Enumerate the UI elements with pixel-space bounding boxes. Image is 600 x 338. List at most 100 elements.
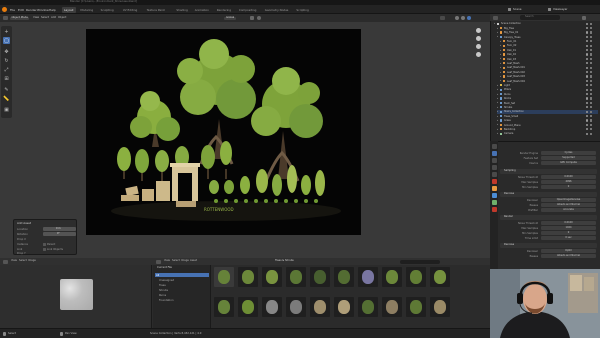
visibility-eye-icon[interactable] — [586, 70, 589, 74]
property-field[interactable]: 0.0100 — [541, 221, 596, 225]
outliner-row[interactable]: ▸ Oak_03 — [500, 57, 598, 61]
outliner-row[interactable]: ▸ Camera — [497, 132, 598, 136]
visibility-eye-icon[interactable] — [586, 97, 589, 100]
asset-menu-image[interactable]: Image — [181, 259, 189, 263]
workspace-tab[interactable]: Sculpting — [99, 7, 116, 13]
visibility-eye-icon[interactable] — [586, 114, 589, 118]
outliner-row[interactable]: ▸ Big_Tree_01 — [497, 31, 598, 35]
vp-menu-select[interactable]: Select — [41, 16, 49, 20]
expand-arrow-icon[interactable]: ▸ — [500, 49, 501, 52]
asset-thumbnail[interactable]: Bush_A — [310, 267, 330, 287]
render-camera-icon[interactable] — [590, 106, 593, 109]
render-camera-icon[interactable] — [590, 110, 593, 113]
visibility-eye-icon[interactable] — [586, 66, 589, 69]
shading-material-icon[interactable] — [461, 16, 465, 20]
visibility-eye-icon[interactable] — [586, 119, 589, 122]
asset-menu-view[interactable]: View — [164, 259, 170, 263]
property-field[interactable]: 4096 — [541, 180, 596, 184]
visibility-eye-icon[interactable] — [586, 26, 589, 30]
expand-arrow-icon[interactable]: ▸ — [497, 115, 498, 118]
menu-edit[interactable]: Edit — [18, 8, 24, 12]
camera-view-icon[interactable] — [476, 44, 481, 49]
workspace-tab[interactable]: Scripting — [294, 7, 310, 13]
expand-arrow-icon[interactable]: ▸ — [497, 132, 498, 135]
expand-arrow-icon[interactable]: ▸ — [497, 110, 498, 113]
expand-arrow-icon[interactable]: ▸ — [500, 44, 501, 47]
property-field[interactable]: 0 — [541, 231, 596, 235]
render-camera-icon[interactable] — [590, 132, 593, 135]
render-camera-icon[interactable] — [590, 84, 593, 87]
visibility-eye-icon[interactable] — [586, 132, 589, 135]
property-field[interactable]: 0 sec — [541, 236, 596, 240]
workspace-tab[interactable]: Shading — [174, 7, 189, 13]
measure-tool-icon[interactable]: 📏 — [3, 95, 10, 102]
outliner-row[interactable]: ▸ Leaf_Mesh — [500, 62, 598, 66]
expand-arrow-icon[interactable]: ▸ — [497, 31, 498, 34]
expand-arrow-icon[interactable]: ▸ — [497, 128, 498, 131]
tool-tab-icon[interactable] — [491, 144, 497, 149]
asset-thumbnail[interactable]: Stairs — [430, 297, 450, 317]
snap-icon[interactable] — [250, 16, 254, 20]
expand-arrow-icon[interactable]: ▸ — [497, 88, 498, 91]
render-camera-icon[interactable] — [590, 97, 593, 100]
visibility-eye-icon[interactable] — [586, 84, 589, 87]
shading-solid-icon[interactable] — [455, 16, 459, 20]
library-select[interactable]: Current File — [157, 266, 172, 270]
asset-editor-type-icon[interactable] — [156, 259, 161, 264]
render-camera-icon[interactable] — [590, 79, 593, 83]
output-tab-icon[interactable] — [491, 158, 497, 163]
expand-arrow-icon[interactable]: ▸ — [497, 35, 498, 38]
move-tool-icon[interactable]: ✥ — [3, 48, 10, 55]
proportional-edit-icon[interactable] — [257, 16, 261, 20]
property-section-header[interactable]: Render — [500, 215, 597, 220]
visibility-eye-icon[interactable] — [586, 110, 589, 113]
asset-thumbnail[interactable]: Tree_F — [406, 267, 426, 287]
render-camera-icon[interactable] — [590, 26, 593, 30]
expand-arrow-icon[interactable]: ▸ — [500, 66, 501, 69]
blender-logo-icon[interactable] — [2, 7, 7, 12]
asset-thumbnail[interactable]: Tree_B — [238, 267, 258, 287]
menu-window[interactable]: Window — [37, 8, 49, 12]
outliner-row[interactable]: ▸ Shrubs — [497, 106, 598, 110]
zoom-icon[interactable] — [476, 28, 481, 33]
outliner-row[interactable]: ▸ Light — [497, 84, 598, 88]
expand-arrow-icon[interactable]: ▸ — [500, 75, 501, 78]
render-camera-icon[interactable] — [590, 128, 593, 131]
expand-arrow-icon[interactable]: ▸ — [497, 106, 498, 109]
visibility-eye-icon[interactable] — [586, 75, 589, 78]
asset-thumbnail[interactable]: Tree_H — [214, 297, 234, 317]
asset-thumbnail[interactable]: Pillar — [358, 267, 378, 287]
outliner-row[interactable]: ▸ Oak_02 — [500, 53, 598, 57]
expand-arrow-icon[interactable]: ▸ — [497, 84, 498, 87]
property-section-header[interactable]: Denoise — [500, 192, 597, 197]
render-camera-icon[interactable] — [590, 40, 593, 43]
render-camera-icon[interactable] — [590, 92, 593, 96]
render-camera-icon[interactable] — [590, 88, 593, 91]
workspace-tab[interactable]: Compositing — [237, 7, 259, 13]
img-menu-image[interactable]: Image — [28, 259, 36, 263]
render-camera-icon[interactable] — [590, 75, 593, 78]
asset-search-field[interactable] — [400, 259, 440, 264]
render-camera-icon[interactable] — [590, 35, 593, 39]
render-camera-icon[interactable] — [590, 119, 593, 122]
op-link-checkbox[interactable] — [43, 247, 46, 251]
outliner-row[interactable]: ▸ Grass — [497, 119, 598, 123]
visibility-eye-icon[interactable] — [586, 123, 589, 127]
outliner-row[interactable]: ▸ Leaf_Mesh.001 — [500, 66, 598, 70]
menu-render[interactable]: Render — [26, 8, 37, 12]
outliner-type-icon[interactable] — [493, 15, 498, 20]
expand-arrow-icon[interactable]: ▸ — [500, 71, 501, 74]
operator-redo-panel[interactable]: Add Asset Location 0 m Rotation 0° Drop … — [13, 219, 77, 255]
menu-file[interactable]: File — [10, 8, 15, 12]
workspace-tab[interactable]: Texture Paint — [145, 7, 167, 13]
image-editor-type-icon[interactable] — [3, 259, 8, 264]
outliner-row[interactable]: ▸ Leaf_Mesh.003 — [500, 75, 598, 79]
asset-thumbnail[interactable]: Rock_A — [262, 297, 282, 317]
op-rotation-field[interactable]: 0° — [43, 232, 76, 236]
render-camera-icon[interactable] — [590, 31, 593, 34]
expand-arrow-icon[interactable]: ▸ — [497, 97, 498, 100]
object-tab-icon[interactable] — [491, 186, 497, 191]
asset-menu-asset[interactable]: Asset — [190, 259, 197, 263]
asset-thumbnail[interactable]: Tree_C — [262, 267, 282, 287]
filter-icon[interactable] — [582, 15, 586, 20]
